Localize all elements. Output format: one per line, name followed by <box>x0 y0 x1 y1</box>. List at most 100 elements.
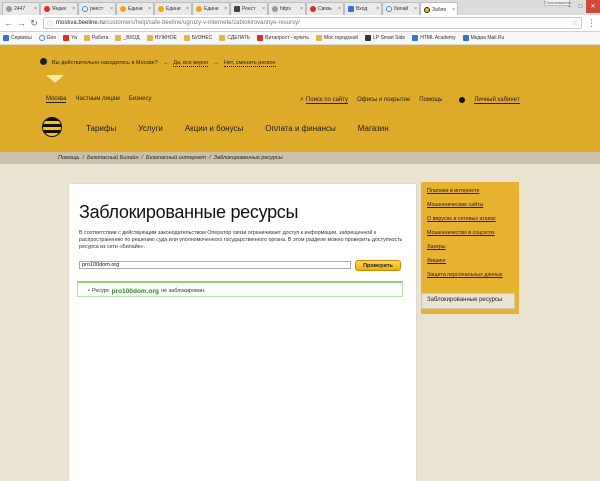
region-confirm-link[interactable]: Да, все верно <box>173 60 209 67</box>
tab-vhod[interactable]: Вход × <box>344 2 382 15</box>
yandex-icon <box>44 6 50 12</box>
bookmark-star-icon[interactable]: ☆ <box>572 19 578 27</box>
close-window-icon[interactable]: ✕ <box>586 0 600 13</box>
sidebar-item-fraud-sites[interactable]: Мошеннические сайты <box>427 200 519 214</box>
folder-icon <box>83 35 90 41</box>
close-icon[interactable]: × <box>376 6 379 12</box>
tab-google-beeline[interactable]: билай × <box>382 2 420 15</box>
user-icon[interactable] <box>459 97 466 103</box>
tab-google-search[interactable]: реест × <box>78 2 116 15</box>
main-nav-promotions[interactable]: Акции и бонусы <box>185 124 243 133</box>
main-nav-shop[interactable]: Магазин <box>358 124 389 133</box>
breadcrumb-safe-internet[interactable]: Безопасный интернет <box>146 155 206 161</box>
close-icon[interactable]: × <box>110 6 113 12</box>
beeline-logo-icon[interactable] <box>42 117 62 137</box>
bookmark-ya[interactable]: Ya <box>63 35 77 41</box>
close-icon[interactable]: × <box>148 6 151 12</box>
page-info-icon[interactable]: ⓘ <box>47 19 53 28</box>
tab-registry-1[interactable]: Едини × <box>116 2 154 15</box>
region-question: Вы действительно находитесь в Москве? <box>52 60 158 66</box>
forward-arrow-icon[interactable]: → <box>17 18 26 28</box>
bookmark-biznes[interactable]: БИЗНЕС <box>183 35 212 41</box>
search-link[interactable]: ⌕ Поиск по сайту <box>300 96 348 104</box>
bookmark-goo[interactable]: Goo <box>38 35 56 41</box>
bookmark-vhod[interactable]: _ВХОД <box>115 35 140 41</box>
shop-icon <box>257 35 264 41</box>
bookmark-html-academy[interactable]: HTML Academy <box>412 35 456 41</box>
google-icon <box>386 6 392 12</box>
folder-icon <box>183 35 190 41</box>
tab-https[interactable]: https × <box>268 2 306 15</box>
bookmark-lp-smart-side[interactable]: LP Smart Side <box>365 35 405 41</box>
close-icon[interactable]: × <box>186 6 189 12</box>
tab-registry-3[interactable]: Едини × <box>192 2 230 15</box>
nav-moscow[interactable]: Москва <box>46 96 67 103</box>
reload-icon[interactable]: ↻ <box>30 18 38 28</box>
close-icon[interactable]: × <box>72 6 75 12</box>
bookmark-services[interactable]: Сервисы <box>3 35 32 41</box>
globe-icon <box>272 6 278 12</box>
url-field[interactable]: ⓘ moskva.beeline.ru/customers/help/safe-… <box>43 17 582 29</box>
offices-link[interactable]: Офисы и покрытие <box>357 97 410 103</box>
sidebar-item-personal-data[interactable]: Защита персональных данных <box>427 270 519 284</box>
sidebar-item-social-fraud[interactable]: Мошенничество в соцсетях <box>427 228 519 242</box>
bookmark-rabota[interactable]: Работа <box>83 35 108 41</box>
main-nav-services[interactable]: Услуги <box>138 124 163 133</box>
close-icon[interactable]: × <box>300 6 303 12</box>
content-card: Заблокированные ресурсы В соответствии с… <box>69 184 416 481</box>
nav-private[interactable]: Частным лицам <box>75 96 119 103</box>
registry-icon <box>234 6 240 12</box>
help-link[interactable]: Помощь <box>419 97 442 103</box>
bookmark-sdelat[interactable]: СДЕЛАТЬ <box>219 35 250 41</box>
region-pointer-triangle <box>46 75 64 83</box>
tab-blocked-resources[interactable]: Забло × <box>420 2 458 15</box>
resource-input[interactable] <box>79 261 351 269</box>
browser-tab-bar: 2447 × Яндек × реест × Едини × Едини × Едини ×… <box>0 0 600 15</box>
tab-registry-2[interactable]: Едини × <box>154 2 192 15</box>
bullet-icon: • <box>88 288 90 294</box>
close-icon[interactable]: × <box>34 6 37 12</box>
search-icon: ⌕ <box>300 96 304 103</box>
favicon-icon <box>6 6 12 12</box>
sidebar-item-payments[interactable]: Платежи в интернете <box>427 186 519 200</box>
check-button[interactable]: Проверить <box>355 260 401 271</box>
region-change-link[interactable]: Нет, сменить регион <box>223 60 276 67</box>
window-controls: – □ ✕ <box>564 0 600 15</box>
folder-icon <box>115 35 122 41</box>
minimize-icon[interactable]: – <box>564 0 575 13</box>
sidebar-item-blocked-resources[interactable]: Заблокированные ресурсы <box>421 293 515 309</box>
sidebar-item-hackers[interactable]: Хакеры <box>427 242 519 256</box>
close-icon[interactable]: × <box>224 6 227 12</box>
bookmark-mos[interactable]: Мос городской <box>315 35 358 41</box>
intro-text: В соответствии с действующим законодател… <box>79 230 403 250</box>
arrow-right-icon: → <box>162 60 169 66</box>
main-nav-tariffs[interactable]: Тарифы <box>86 124 116 133</box>
browser-menu-icon[interactable]: ⋮ <box>587 18 596 29</box>
tab-registry-4[interactable]: Реест × <box>230 2 268 15</box>
tab-yandex[interactable]: Яндек × <box>40 2 78 15</box>
back-arrow-icon[interactable]: ← <box>4 18 13 28</box>
breadcrumb-safe-beeline[interactable]: Безопасный Билайн <box>87 155 139 161</box>
page-title: Заблокированные ресурсы <box>79 202 299 222</box>
maximize-icon[interactable]: □ <box>575 0 586 13</box>
beeline-icon <box>424 6 430 13</box>
tab-svyaz[interactable]: Связь × <box>306 2 344 15</box>
sidebar-item-viruses[interactable]: О вирусах и сетевых атаках <box>427 214 519 228</box>
main-nav-payment[interactable]: Оплата и финансы <box>265 124 336 133</box>
nav-business[interactable]: Бизнесу <box>129 96 152 103</box>
personal-cabinet-link[interactable]: Личный кабинет <box>474 97 520 104</box>
bookmark-vitaprost[interactable]: Витапрост - купить <box>257 35 309 41</box>
site-header: Вы действительно находитесь в Москве? → … <box>0 45 600 152</box>
close-icon[interactable]: × <box>338 6 341 12</box>
bookmark-nuzhnoe[interactable]: НУЖНОЕ <box>146 35 177 41</box>
close-icon[interactable]: × <box>452 7 455 13</box>
close-icon[interactable]: × <box>414 6 417 12</box>
tab-2447[interactable]: 2447 × <box>2 2 40 15</box>
bookmark-media-mail[interactable]: Медиа Mail.Ru <box>462 35 504 41</box>
close-icon[interactable]: × <box>262 6 265 12</box>
url-text: moskva.beeline.ru/customers/help/safe-be… <box>56 20 300 26</box>
bookmarks-bar: Сервисы Goo Ya Работа _ВХОД НУЖНОЕ БИЗНЕ… <box>0 32 600 45</box>
sidebar-item-phishing[interactable]: Фишинг <box>427 256 519 270</box>
breadcrumb-help[interactable]: Помощь <box>58 155 79 161</box>
location-icon <box>40 58 47 65</box>
